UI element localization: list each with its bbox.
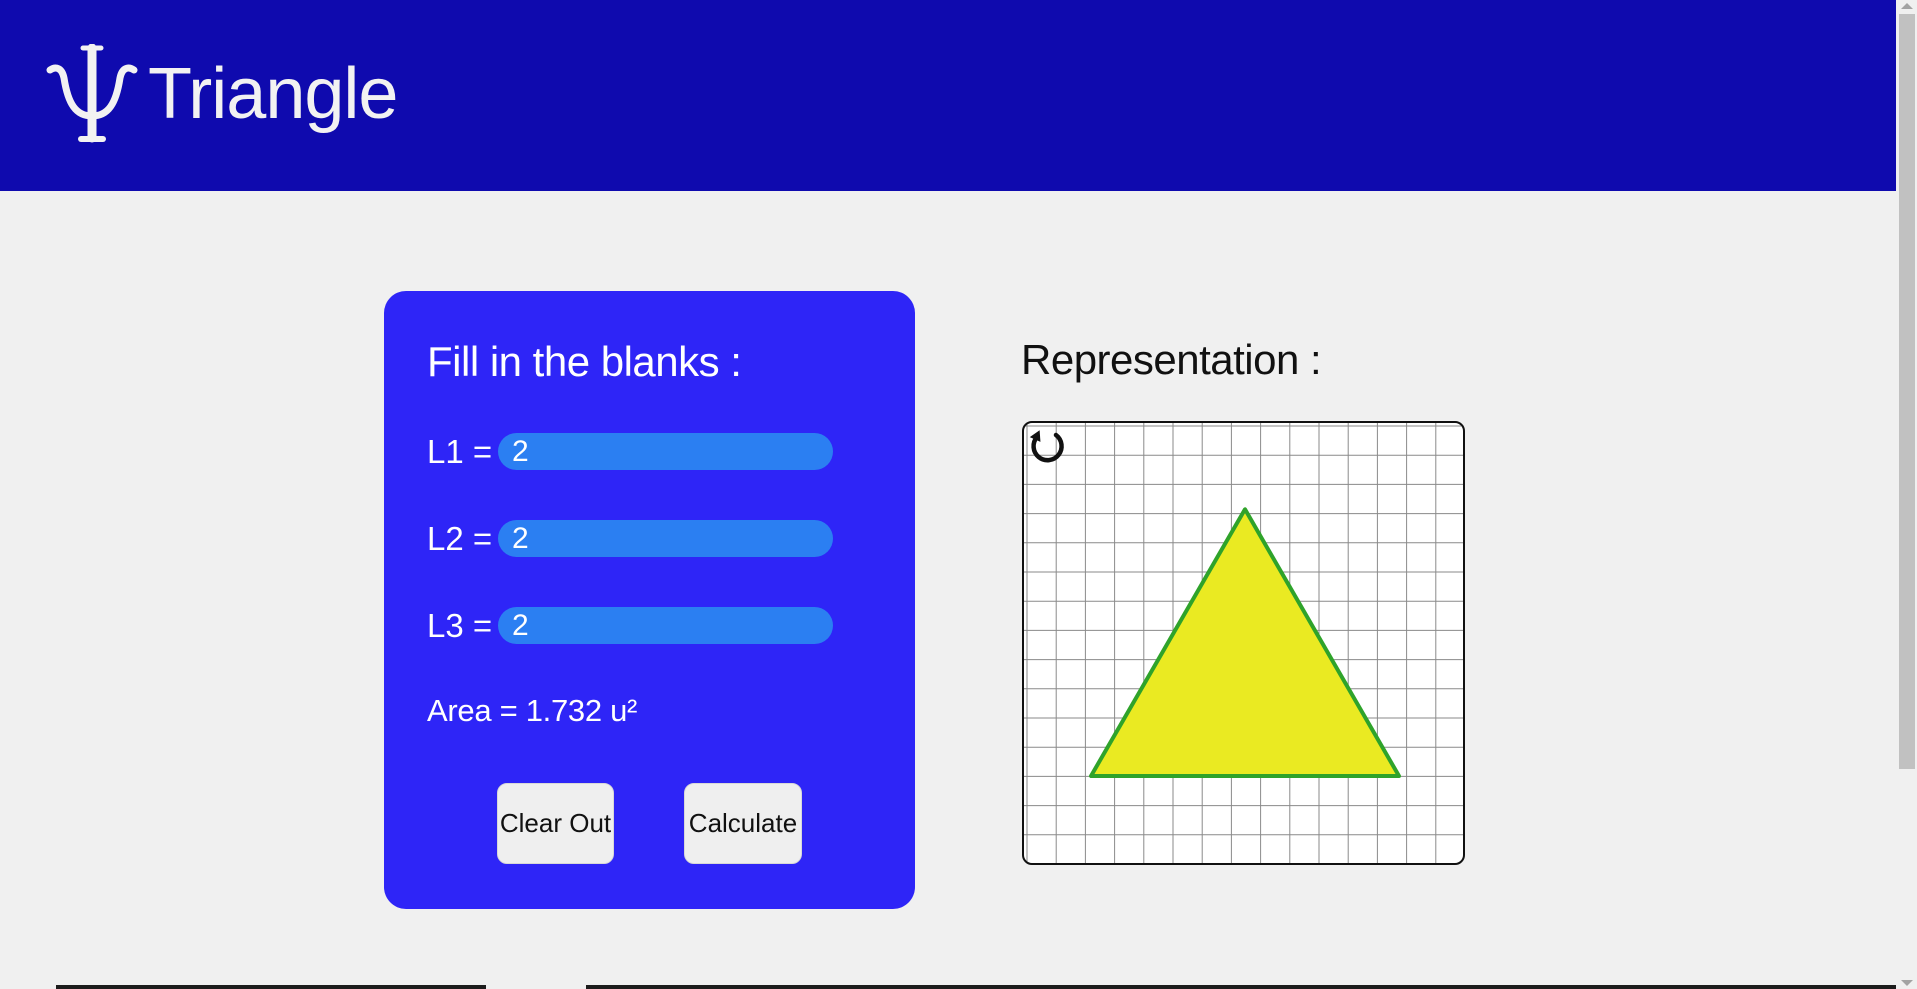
form-title: Fill in the blanks :	[427, 338, 742, 385]
header-bar: Triangle	[0, 0, 1896, 191]
form-card: Fill in the blanks : L1 = L2 = L3 = Area…	[384, 291, 915, 909]
bottom-border-line	[0, 985, 1896, 989]
field-label-l3: L3 =	[427, 607, 493, 644]
bottom-border-gap	[0, 985, 56, 989]
field-label-l2: L2 =	[427, 520, 493, 557]
clear-out-button[interactable]: Clear Out	[497, 783, 614, 864]
scroll-down-arrow-icon[interactable]	[1901, 980, 1913, 986]
vertical-scrollbar[interactable]	[1896, 0, 1917, 989]
rotate-reset-icon[interactable]	[1024, 423, 1070, 469]
scroll-up-arrow-icon[interactable]	[1901, 3, 1913, 9]
representation-title: Representation :	[1021, 336, 1322, 383]
page: Triangle Fill in the blanks : L1 = L2 = …	[0, 0, 1917, 989]
field-label-l1: L1 =	[427, 433, 493, 470]
triangle-canvas[interactable]	[1022, 421, 1465, 865]
l1-input[interactable]	[498, 433, 833, 470]
grid-and-triangle	[1024, 423, 1463, 863]
triangle-shape	[1089, 507, 1401, 778]
l2-input[interactable]	[498, 520, 833, 557]
calculate-button[interactable]: Calculate	[684, 783, 802, 864]
bottom-border-gap	[486, 985, 586, 989]
psi-icon	[46, 44, 138, 143]
l3-input[interactable]	[498, 607, 833, 644]
app-title: Triangle	[148, 54, 398, 134]
area-result: Area = 1.732 u²	[427, 693, 638, 728]
scrollbar-thumb[interactable]	[1899, 14, 1915, 769]
